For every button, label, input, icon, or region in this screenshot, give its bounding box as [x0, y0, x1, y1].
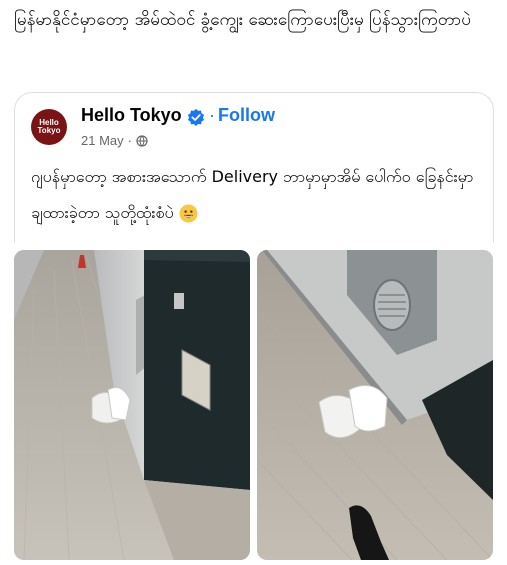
- grinning-face-emoji: [179, 204, 198, 223]
- globe-icon: [136, 134, 148, 147]
- follow-button[interactable]: Follow: [218, 105, 275, 126]
- post-meta: 21 May ·: [81, 133, 148, 148]
- delivery-bags-photo[interactable]: [257, 250, 493, 560]
- meta-separator: ·: [127, 133, 132, 148]
- share-caption: မြန်မာနိုင်ငံမှာတော့ အိမ်ထဲဝင် ခွံ့ကျွေး…: [14, 10, 471, 30]
- separator-dot: ·: [209, 105, 215, 125]
- post-date[interactable]: 21 May: [81, 133, 124, 148]
- avatar-text-line2: Tokyo: [37, 126, 61, 135]
- post-text-content: ဂျပန်မှာတော့ အစားအသောက် Delivery ဘာမှာမှ…: [31, 167, 474, 222]
- page-avatar[interactable]: Hello Tokyo: [31, 109, 67, 145]
- hallway-door-photo[interactable]: [14, 250, 250, 560]
- page-name[interactable]: Hello Tokyo: [81, 105, 182, 126]
- post-text: ဂျပန်မှာတော့ အစားအသောက် Delivery ဘာမှာမှ…: [31, 159, 481, 231]
- verified-badge-icon: [187, 108, 205, 126]
- shared-post-card[interactable]: Hello Tokyo Hello Tokyo · Follow 21 May …: [14, 92, 494, 243]
